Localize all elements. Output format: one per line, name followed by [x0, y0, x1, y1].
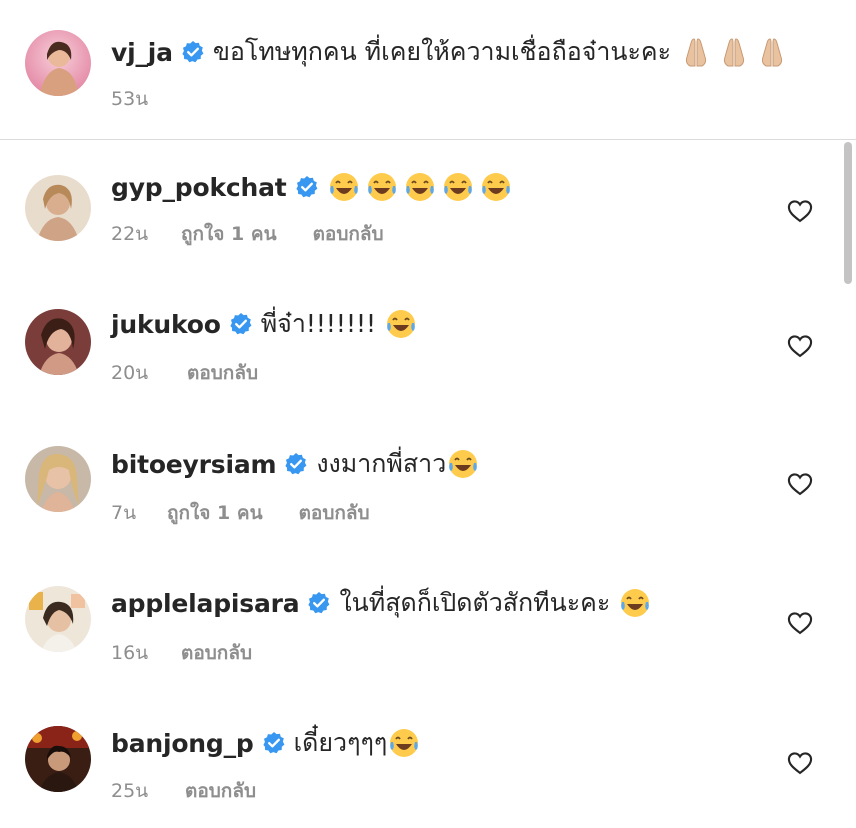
- comment-row: applelapisara ในที่สุดก็เปิดตัวสักทีนะคะ…: [0, 572, 856, 682]
- caption-meta: 53น: [111, 84, 171, 114]
- avatar[interactable]: [25, 309, 91, 375]
- username[interactable]: banjong_p: [111, 729, 254, 758]
- comment-line: banjong_p เดี๋ยวๆๆๆ: [111, 723, 421, 763]
- reply-button[interactable]: ตอบกลับ: [187, 358, 258, 388]
- caption-text: ขอโทษทุกคน ที่เคยให้ความเชื่อถือจ๋านะคะ: [212, 37, 672, 66]
- avatar[interactable]: [25, 726, 91, 792]
- emoji-group: [679, 35, 789, 69]
- comment-meta: 25น ตอบกลับ: [111, 776, 256, 806]
- comment-text: งงมากพี่สาว: [316, 449, 447, 478]
- comment-line: bitoeyrsiam งงมากพี่สาว: [111, 444, 480, 484]
- folded-hands-icon: [686, 38, 707, 67]
- folded-hands-icon: [724, 38, 745, 67]
- comment-text: ในที่สุดก็เปิดตัวสักทีนะคะ: [339, 588, 611, 617]
- comment-meta: 20น ตอบกลับ: [111, 358, 258, 388]
- heart-icon[interactable]: [786, 609, 814, 637]
- timestamp: 16น: [111, 642, 149, 664]
- comment-line: applelapisara ในที่สุดก็เปิดตัวสักทีนะคะ: [111, 583, 652, 623]
- reply-button[interactable]: ตอบกลับ: [185, 776, 256, 806]
- reply-button[interactable]: ตอบกลับ: [181, 638, 252, 668]
- emoji-group: [327, 170, 513, 204]
- reply-button[interactable]: ตอบกลับ: [299, 498, 370, 528]
- tears-of-joy-icon: [481, 173, 510, 201]
- comment-row: jukukoo พี่จ๋า!!!!!!! 20น ตอบกลับ: [0, 294, 856, 404]
- heart-icon[interactable]: [786, 197, 814, 225]
- emoji-group: [387, 726, 421, 760]
- avatar[interactable]: [25, 175, 91, 241]
- verified-badge-icon: [285, 453, 307, 475]
- tears-of-joy-icon: [621, 589, 650, 617]
- comment-row: bitoeyrsiam งงมากพี่สาว 7น ถูกใจ 1 คน ตอ…: [0, 434, 856, 544]
- username[interactable]: bitoeyrsiam: [111, 450, 277, 479]
- verified-badge-icon: [263, 732, 285, 754]
- username[interactable]: applelapisara: [111, 589, 300, 618]
- comment-text: เดี๋ยวๆๆๆ: [293, 728, 388, 757]
- comment-line: gyp_pokchat: [111, 167, 513, 207]
- tears-of-joy-icon: [405, 173, 434, 201]
- tears-of-joy-icon: [449, 450, 478, 478]
- emoji-group: [618, 586, 652, 620]
- likes-count[interactable]: ถูกใจ 1 คน: [167, 498, 263, 528]
- tears-of-joy-icon: [390, 729, 419, 757]
- verified-badge-icon: [295, 176, 317, 198]
- heart-icon[interactable]: [786, 332, 814, 360]
- timestamp: 20น: [111, 362, 149, 384]
- folded-hands-icon: [762, 38, 783, 67]
- tears-of-joy-icon: [367, 173, 396, 201]
- comment-meta: 7น ถูกใจ 1 คน ตอบกลับ: [111, 498, 370, 528]
- post-caption: vj_ja ขอโทษทุกคน ที่เคยให้ความเชื่อถือจ๋…: [0, 0, 856, 140]
- tears-of-joy-icon: [329, 173, 358, 201]
- verified-badge-icon: [308, 592, 330, 614]
- comment-row: gyp_pokchat 22น ถูกใจ 1 คน ตอบกลับ: [0, 155, 856, 265]
- comment-meta: 16น ตอบกลับ: [111, 638, 252, 668]
- avatar[interactable]: [25, 30, 91, 96]
- emoji-group: [384, 307, 418, 341]
- heart-icon[interactable]: [786, 749, 814, 777]
- comment-text: พี่จ๋า!!!!!!!: [260, 309, 377, 338]
- timestamp: 53น: [111, 88, 149, 110]
- username[interactable]: gyp_pokchat: [111, 173, 287, 202]
- comment-row: banjong_p เดี๋ยวๆๆๆ 25น ตอบกลับ: [0, 712, 856, 822]
- tears-of-joy-icon: [443, 173, 472, 201]
- comment-line: jukukoo พี่จ๋า!!!!!!!: [111, 304, 418, 344]
- username[interactable]: vj_ja: [111, 38, 173, 67]
- verified-badge-icon: [230, 313, 252, 335]
- avatar[interactable]: [25, 446, 91, 512]
- timestamp: 22น: [111, 223, 149, 245]
- timestamp: 25น: [111, 780, 149, 802]
- likes-count[interactable]: ถูกใจ 1 คน: [181, 219, 277, 249]
- verified-badge-icon: [182, 41, 204, 63]
- tears-of-joy-icon: [387, 310, 416, 338]
- avatar[interactable]: [25, 586, 91, 652]
- caption-line: vj_ja ขอโทษทุกคน ที่เคยให้ความเชื่อถือจ๋…: [111, 32, 789, 72]
- comment-meta: 22น ถูกใจ 1 คน ตอบกลับ: [111, 219, 384, 249]
- heart-icon[interactable]: [786, 470, 814, 498]
- reply-button[interactable]: ตอบกลับ: [313, 219, 384, 249]
- timestamp: 7น: [111, 502, 137, 524]
- username[interactable]: jukukoo: [111, 310, 221, 339]
- emoji-group: [446, 447, 480, 481]
